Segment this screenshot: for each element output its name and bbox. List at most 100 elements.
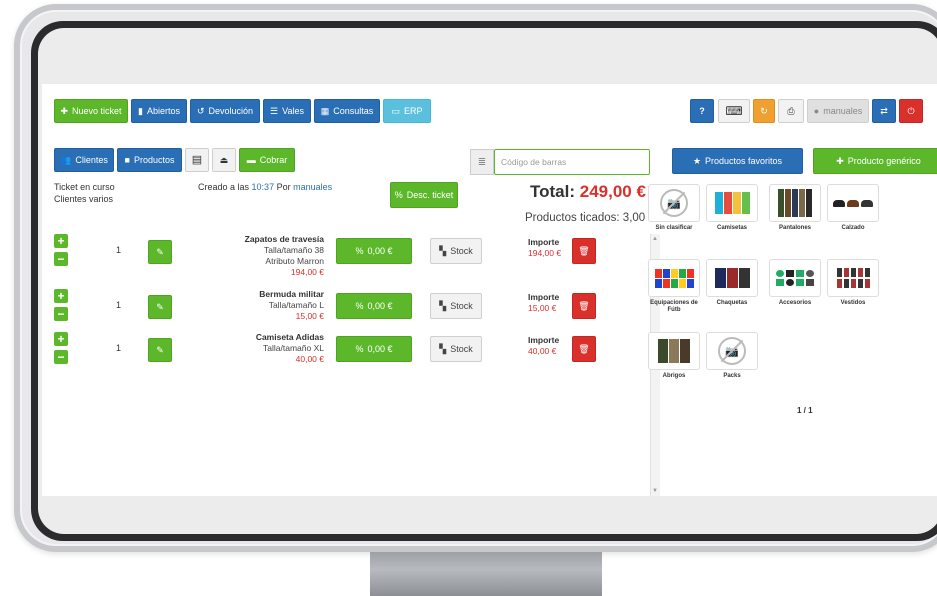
pencil-icon: ✎ xyxy=(156,246,164,257)
plus-icon: ✚ xyxy=(836,155,844,166)
category-label: Pantalones xyxy=(778,225,811,231)
category-tile[interactable]: Calzado xyxy=(827,184,879,232)
category-label: Sin clasificar xyxy=(655,225,693,231)
delete-line-button[interactable]: 🗑 xyxy=(572,238,596,264)
line-product-name: Bermuda militar xyxy=(259,289,324,299)
monitor-stand xyxy=(370,552,602,596)
user-button[interactable]: ● manuales xyxy=(807,99,869,123)
cash-register-icon: ⎙ xyxy=(787,105,795,116)
line-detail-1: Talla/tamaño XL xyxy=(263,343,324,353)
barcode-input[interactable]: Código de barras xyxy=(494,149,650,175)
generic-product-button[interactable]: ✚ Producto genérico xyxy=(813,148,937,174)
favorite-products-button[interactable]: ★ Productos favoritos xyxy=(672,148,803,174)
category-tile[interactable]: 📷 Packs xyxy=(706,332,758,380)
boxes-icon: ▚ xyxy=(439,245,447,256)
return-button[interactable]: ↺ Devolución xyxy=(190,99,260,123)
ticket-created: Creado a las 10:37 Por manuales xyxy=(198,182,333,192)
category-label: Camisetas xyxy=(716,225,748,231)
help-button[interactable]: ? xyxy=(690,99,714,123)
list-icon: ☰ xyxy=(270,105,279,116)
increase-qty-button[interactable]: + xyxy=(54,234,68,248)
category-label: Chaquetas xyxy=(716,300,748,306)
line-importe: 40,00 € xyxy=(528,346,557,356)
charge-button[interactable]: ▬ Cobrar xyxy=(239,148,295,172)
money-icon: ▬ xyxy=(246,154,256,165)
ticket-discount-button[interactable]: % Desc. ticket xyxy=(390,182,458,208)
line-quantity: 1 xyxy=(116,343,122,353)
football-kits-image xyxy=(654,268,694,288)
plus-icon: + xyxy=(57,289,65,303)
star-icon: ★ xyxy=(692,155,702,166)
vouchers-button[interactable]: ☰ Vales xyxy=(263,99,311,123)
power-button[interactable]: ⏻ xyxy=(899,99,923,123)
percent-icon: % xyxy=(355,343,364,354)
line-unit-price: 40,00 € xyxy=(295,354,324,364)
decrease-qty-button[interactable]: − xyxy=(54,307,68,321)
line-discount-button[interactable]: % 0,00 € xyxy=(336,293,412,319)
category-tile[interactable]: Accesorios xyxy=(769,259,821,307)
no-image-icon: 📷 xyxy=(718,337,746,365)
category-tile[interactable]: Pantalones xyxy=(769,184,821,232)
refresh-icon: ↻ xyxy=(760,105,768,116)
percent-icon: % xyxy=(355,245,364,256)
stock-button[interactable]: ▚ Stock xyxy=(430,238,482,264)
stock-button[interactable]: ▚ Stock xyxy=(430,293,482,319)
line-unit-price: 15,00 € xyxy=(295,311,324,321)
clients-button[interactable]: 👥 Clientes xyxy=(54,148,114,172)
erp-button[interactable]: ▭ ERP xyxy=(383,99,431,123)
tshirts-image xyxy=(714,192,750,214)
calculator-button[interactable]: ▤ xyxy=(185,148,209,172)
decrease-qty-button[interactable]: − xyxy=(54,252,68,266)
category-image xyxy=(706,184,758,222)
keyboard-button[interactable]: ⌨ xyxy=(718,99,750,123)
trash-icon: 🗑 xyxy=(578,300,590,311)
queries-button[interactable]: ▦ Consultas xyxy=(314,99,380,123)
delete-line-button[interactable]: 🗑 xyxy=(572,336,596,362)
switch-button[interactable]: ⇄ xyxy=(872,99,896,123)
percent-icon: % xyxy=(355,300,364,311)
pos-app: ✚ Nuevo ticket ▮ Abiertos ↺ Devolución ☰… xyxy=(42,84,937,496)
category-tile[interactable]: Abrigos xyxy=(648,332,700,380)
minus-icon: − xyxy=(57,307,65,321)
line-discount-button[interactable]: % 0,00 € xyxy=(336,238,412,264)
eject-button[interactable]: ⏏ xyxy=(212,148,236,172)
importe-label: Importe xyxy=(528,335,560,345)
line-detail-2: Atributo Marron xyxy=(265,256,324,266)
products-button[interactable]: ■ Productos xyxy=(117,148,182,172)
ticket-client: Clientes varios xyxy=(54,194,114,204)
scroll-up-icon[interactable]: ▲ xyxy=(652,236,658,242)
category-image xyxy=(648,332,700,370)
decrease-qty-button[interactable]: − xyxy=(54,350,68,364)
box-icon: ■ xyxy=(124,154,130,165)
percent-icon: % xyxy=(394,189,403,200)
category-label: Accesorios xyxy=(778,300,812,306)
calculator-icon: ▤ xyxy=(191,153,203,166)
category-tile[interactable]: Vestidos xyxy=(827,259,879,307)
category-tile[interactable]: Camisetas xyxy=(706,184,758,232)
stock-button[interactable]: ▚ Stock xyxy=(430,336,482,362)
barcode-icon: ≣ xyxy=(477,156,487,168)
increase-qty-button[interactable]: + xyxy=(54,289,68,303)
scroll-down-icon[interactable]: ▼ xyxy=(652,488,658,494)
line-detail-1: Talla/tamaño 38 xyxy=(263,245,324,255)
jackets-image xyxy=(714,268,750,288)
category-tile[interactable]: Chaquetas xyxy=(706,259,758,307)
increase-qty-button[interactable]: + xyxy=(54,332,68,346)
cash-register-button[interactable]: ⎙ xyxy=(778,99,804,123)
category-label: Packs xyxy=(723,373,741,379)
line-detail-1: Talla/tamaño L xyxy=(268,300,324,310)
category-image: 📷 xyxy=(706,332,758,370)
open-tickets-button[interactable]: ▮ Abiertos xyxy=(131,99,187,123)
new-ticket-button[interactable]: ✚ Nuevo ticket xyxy=(54,99,128,123)
boxes-icon: ▚ xyxy=(439,300,447,311)
category-tile[interactable]: 📷 Sin clasificar xyxy=(648,184,700,232)
users-icon: 👥 xyxy=(60,154,72,165)
category-label: Vestidos xyxy=(840,300,866,306)
delete-line-button[interactable]: 🗑 xyxy=(572,293,596,319)
screen: ✚ Nuevo ticket ▮ Abiertos ↺ Devolución ☰… xyxy=(38,28,937,534)
line-discount-button[interactable]: % 0,00 € xyxy=(336,336,412,362)
category-tile[interactable]: Equipaciones de Fútb xyxy=(648,259,700,314)
refresh-button[interactable]: ↻ xyxy=(753,99,775,123)
category-image xyxy=(769,259,821,297)
undo-icon: ↺ xyxy=(196,105,205,116)
